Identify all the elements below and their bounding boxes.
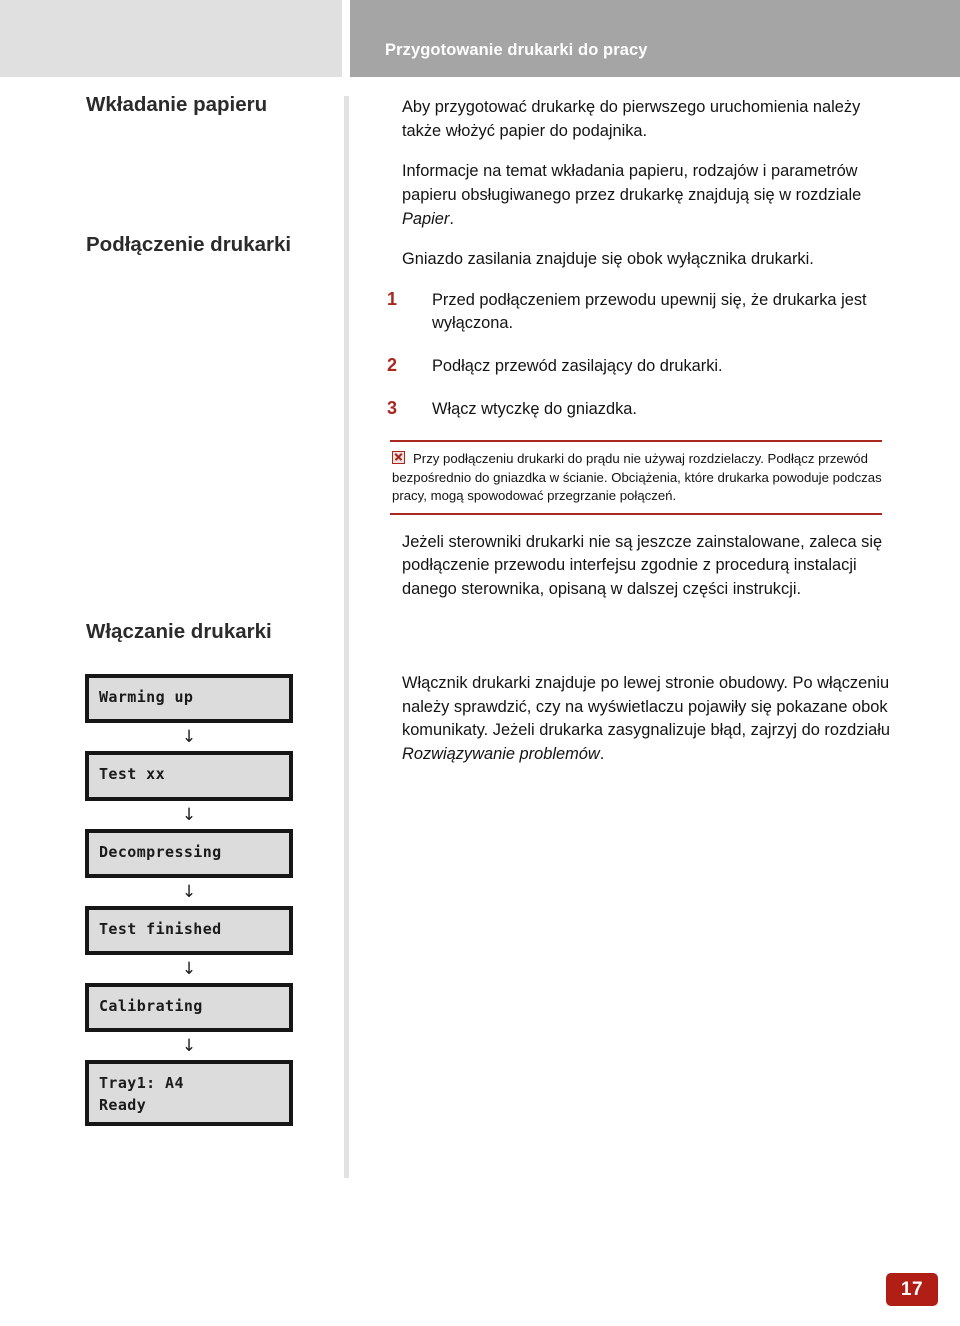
lcd-display-warming-up: Warming up xyxy=(85,674,293,724)
paragraph-power-switch-end: . xyxy=(599,744,605,763)
lcd-display-test-xx: Test xx xyxy=(85,751,293,801)
warning-note: Przy podłączeniu drukarki do prądu nie u… xyxy=(390,440,882,515)
paragraph-paper-info: Informacje na temat wkładania papieru, r… xyxy=(402,162,862,228)
numbered-steps-list: 1 Przed podłączeniem przewodu upewnij si… xyxy=(387,289,894,422)
italic-ref-rozwiazywanie: Rozwiązywanie problemów xyxy=(402,744,600,763)
header-band xyxy=(350,0,960,77)
sidebar: Wkładanie papieru Podłączenie drukarki W… xyxy=(0,77,344,1178)
step-text: Podłącz przewód zasilający do drukarki. xyxy=(432,357,723,375)
step-number: 3 xyxy=(387,397,398,418)
lcd-message-flow: Warming up ↓ Test xx ↓ Decompressing ↓ T… xyxy=(85,674,295,1127)
step-number: 2 xyxy=(387,355,398,375)
sidebar-heading-wkladanie-papieru: Wkładanie papieru xyxy=(86,93,268,116)
sidebar-heading-podlaczenie-drukarki: Podłączenie drukarki xyxy=(86,233,292,256)
step-item: 2 Podłącz przewód zasilający do drukarki… xyxy=(387,355,894,379)
lcd-display-test-finished: Test finished xyxy=(85,905,293,956)
lcd-display-tray1-ready: Tray1: A4 Ready xyxy=(85,1060,293,1127)
italic-ref-papier: Papier xyxy=(402,209,450,228)
paragraph-paper-info-text: Informacje na temat wkładania papieru, r… xyxy=(402,162,862,204)
warning-note-text: Przy podłączeniu drukarki do prądu nie u… xyxy=(392,451,882,504)
broken-image-icon xyxy=(392,451,405,465)
flow-arrow-icon: ↓ xyxy=(181,804,197,825)
step-number: 1 xyxy=(387,288,398,309)
paragraph-power-switch: Włącznik drukarki znajduje po lewej stro… xyxy=(402,672,894,767)
paragraph-power-switch-text: Włącznik drukarki znajduje po lewej stro… xyxy=(402,674,890,740)
step-text: Włącz wtyczkę do gniazdka. xyxy=(432,399,637,418)
lcd-display-calibrating: Calibrating xyxy=(85,983,293,1033)
main-content-column: Aby przygotować drukarkę do pierwszego u… xyxy=(387,96,894,619)
step-text: Przed podłączeniem przewodu upewnij się,… xyxy=(432,290,867,333)
header-left-block xyxy=(0,0,342,77)
flow-arrow-icon: ↓ xyxy=(181,727,197,748)
page-number-badge: 17 xyxy=(886,1273,938,1306)
step-item: 1 Przed podłączeniem przewodu upewnij si… xyxy=(387,289,894,336)
flow-arrow-icon: ↓ xyxy=(181,881,197,902)
paragraph-driver-note: Jeżeli sterowniki drukarki nie są jeszcz… xyxy=(402,532,883,598)
page-header-title: Przygotowanie drukarki do pracy xyxy=(385,41,648,59)
flow-arrow-icon: ↓ xyxy=(181,959,197,980)
column-divider xyxy=(344,96,349,1178)
tail-content-block: Włącznik drukarki znajduje po lewej stro… xyxy=(402,672,894,784)
sidebar-heading-wlaczanie-drukarki: Włączanie drukarki xyxy=(86,620,272,643)
paragraph-power-socket: Gniazdo zasilania znajduje się obok wyłą… xyxy=(402,250,814,269)
warning-note-body: Przy podłączeniu drukarki do prądu nie u… xyxy=(390,450,882,505)
step-item: 3 Włącz wtyczkę do gniazdka. xyxy=(387,398,894,422)
lcd-display-decompressing: Decompressing xyxy=(85,828,293,878)
flow-arrow-icon: ↓ xyxy=(181,1036,197,1057)
paragraph-intro: Aby przygotować drukarkę do pierwszego u… xyxy=(402,98,861,140)
